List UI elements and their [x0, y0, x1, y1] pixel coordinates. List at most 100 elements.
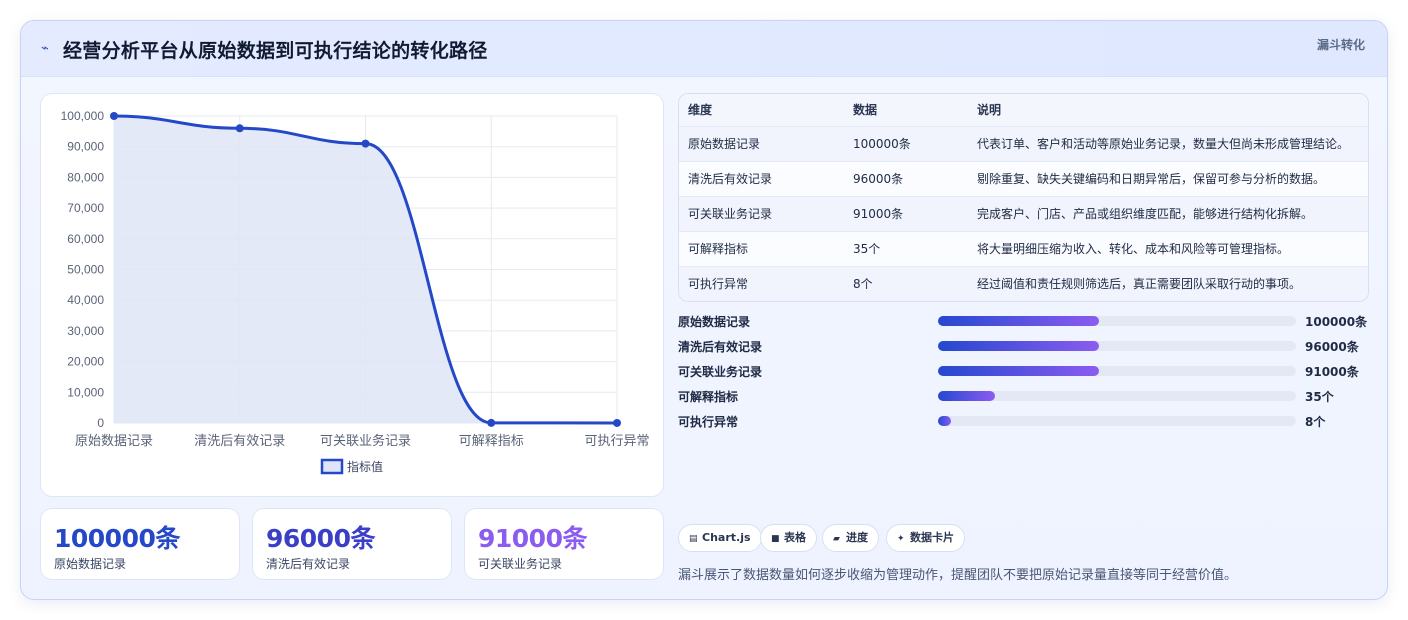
data-point: [613, 418, 621, 427]
y-tick-label: 90,000: [67, 140, 104, 154]
stat-card: 91000条 可关联业务记录: [464, 508, 664, 580]
table-cell: 清洗后有效记录: [688, 172, 773, 186]
table-row: 可执行异常 8个 经过阈值和责任规则筛选后，真正需要团队采取行动的事项。: [679, 267, 1368, 301]
table-header-cell: 维度: [688, 103, 713, 117]
progress-row: 可关联业务记录 91000条: [678, 360, 1378, 382]
progress-track: [938, 316, 1296, 326]
stat-card: 96000条 清洗后有效记录: [252, 508, 452, 580]
x-tick-label: 原始数据记录: [75, 434, 153, 449]
y-tick-label: 40,000: [67, 293, 104, 307]
stat-label: 原始数据记录: [54, 557, 127, 571]
x-tick-label: 可解释指标: [459, 434, 524, 449]
legend-swatch: [320, 458, 344, 475]
y-tick-label: 20,000: [67, 355, 104, 369]
table-header-row: 维度 数据 说明: [679, 94, 1368, 127]
x-tick-label: 可关联业务记录: [320, 433, 411, 449]
table-cell: 35个: [853, 242, 881, 256]
y-tick-label: 30,000: [67, 324, 104, 338]
table-row: 可关联业务记录 91000条 完成客户、门店、产品或组织维度匹配，能够进行结构化…: [679, 197, 1368, 232]
x-tick-label: 可执行异常: [584, 434, 649, 449]
y-tick-label: 80,000: [67, 170, 104, 184]
chip-data-card[interactable]: ✦ 数据卡片: [886, 524, 965, 552]
data-table: 维度 数据 说明 原始数据记录 100000条 代表订单、客户和活动等原始业务记…: [678, 93, 1369, 302]
data-point: [235, 124, 244, 133]
page-title: 经营分析平台从原始数据到可执行结论的转化路径: [63, 40, 488, 62]
chip-label: 进度: [846, 531, 868, 544]
progress-track: [938, 366, 1296, 376]
y-tick-label: 100,000: [61, 109, 105, 123]
table-cell: 100000条: [853, 137, 911, 151]
table-row: 原始数据记录 100000条 代表订单、客户和活动等原始业务记录，数量大但尚未形…: [679, 127, 1368, 162]
stat-label: 清洗后有效记录: [266, 557, 351, 571]
progress-row: 可执行异常 8个: [678, 410, 1378, 432]
table-cell: 可解释指标: [688, 242, 749, 256]
table-header-cell: 数据: [853, 103, 878, 117]
table-cell: 96000条: [853, 172, 904, 186]
table-cell: 剔除重复、缺失关键编码和日期异常后，保留可参与分析的数据。: [977, 172, 1326, 186]
progress-fill: [938, 341, 1100, 351]
progress-track: [938, 391, 1296, 401]
progress-value: 35个: [1305, 390, 1334, 404]
table-cell: 代表订单、客户和活动等原始业务记录，数量大但尚未形成管理结论。: [977, 137, 1350, 151]
type-badge: 漏斗转化: [1316, 38, 1365, 52]
progress-track: [938, 416, 1296, 426]
y-tick-label: 60,000: [67, 232, 104, 246]
footnote: 漏斗展示了数据数量如何逐步收缩为管理动作，提醒团队不要把原始记录量直接等同于经营…: [678, 568, 1238, 583]
stat-value: 91000条: [478, 524, 587, 553]
progress-label: 可解释指标: [678, 390, 739, 404]
y-tick-label: 0: [97, 416, 104, 430]
chart-icon: ▤: [689, 534, 698, 544]
progress-label: 清洗后有效记录: [678, 340, 763, 354]
progress-value: 91000条: [1305, 365, 1359, 379]
progress-row: 原始数据记录 100000条: [678, 310, 1378, 332]
chip-label: 数据卡片: [910, 531, 954, 544]
y-tick-label: 50,000: [67, 263, 104, 277]
progress-icon: ▰: [833, 534, 840, 544]
progress-list: 原始数据记录 100000条 清洗后有效记录 96000条 可关联业务记录 91…: [678, 310, 1378, 440]
table-cell: 可关联业务记录: [688, 207, 773, 221]
table-cell: 完成客户、门店、产品或组织维度匹配，能够进行结构化拆解。: [977, 207, 1314, 221]
stat-card: 100000条 原始数据记录: [40, 508, 240, 580]
data-point: [110, 112, 118, 120]
chip-progress[interactable]: ▰ 进度: [822, 524, 879, 552]
funnel-card: ⌁ 经营分析平台从原始数据到可执行结论的转化路径 漏斗转化 100,000 90,…: [20, 20, 1388, 600]
chip-label: Chart.js: [702, 531, 751, 544]
table-cell: 将大量明细压缩为收入、转化、成本和风险等可管理指标。: [977, 242, 1290, 256]
chip-chartjs[interactable]: ▤ Chart.js: [678, 524, 762, 552]
trend-icon: ⌁: [41, 41, 49, 56]
progress-fill: [938, 391, 996, 401]
chip-table[interactable]: ■ 表格: [760, 524, 817, 552]
table-row: 清洗后有效记录 96000条 剔除重复、缺失关键编码和日期异常后，保留可参与分析…: [679, 162, 1368, 197]
table-header-cell: 说明: [977, 103, 1002, 117]
progress-row: 清洗后有效记录 96000条: [678, 335, 1378, 357]
progress-value: 8个: [1305, 415, 1326, 429]
progress-label: 可执行异常: [678, 415, 739, 429]
data-point: [487, 418, 496, 427]
table-cell: 可执行异常: [688, 277, 749, 291]
table-cell: 91000条: [853, 207, 904, 221]
stat-label: 可关联业务记录: [478, 557, 563, 571]
y-tick-label: 10,000: [67, 385, 104, 399]
y-tick-label: 70,000: [67, 201, 104, 215]
card-header: ⌁ 经营分析平台从原始数据到可执行结论的转化路径 漏斗转化: [21, 21, 1387, 77]
progress-track: [938, 341, 1296, 351]
stat-value: 96000条: [266, 524, 375, 553]
progress-fill: [938, 316, 1100, 326]
funnel-chart: 100,000 90,000 80,000 70,000 60,000 50,000 40,…: [40, 93, 664, 497]
table-row: 可解释指标 35个 将大量明细压缩为收入、转化、成本和风险等可管理指标。: [679, 232, 1368, 267]
legend-label: 指标值: [347, 459, 383, 474]
x-tick-label: 清洗后有效记录: [194, 434, 285, 449]
progress-fill: [938, 416, 951, 426]
progress-row: 可解释指标 35个: [678, 385, 1378, 407]
progress-value: 100000条: [1305, 315, 1368, 329]
chart-svg: 100,000 90,000 80,000 70,000 60,000 50,000 40,…: [61, 109, 650, 475]
progress-fill: [938, 366, 1100, 376]
stat-value: 100000条: [54, 524, 180, 553]
progress-value: 96000条: [1305, 340, 1359, 354]
table-cell: 8个: [853, 277, 873, 291]
progress-label: 原始数据记录: [678, 315, 751, 329]
table-cell: 经过阈值和责任规则筛选后，真正需要团队采取行动的事项。: [977, 277, 1302, 291]
progress-label: 可关联业务记录: [678, 365, 763, 379]
table-icon: ■: [771, 534, 780, 544]
table-cell: 原始数据记录: [688, 137, 761, 151]
